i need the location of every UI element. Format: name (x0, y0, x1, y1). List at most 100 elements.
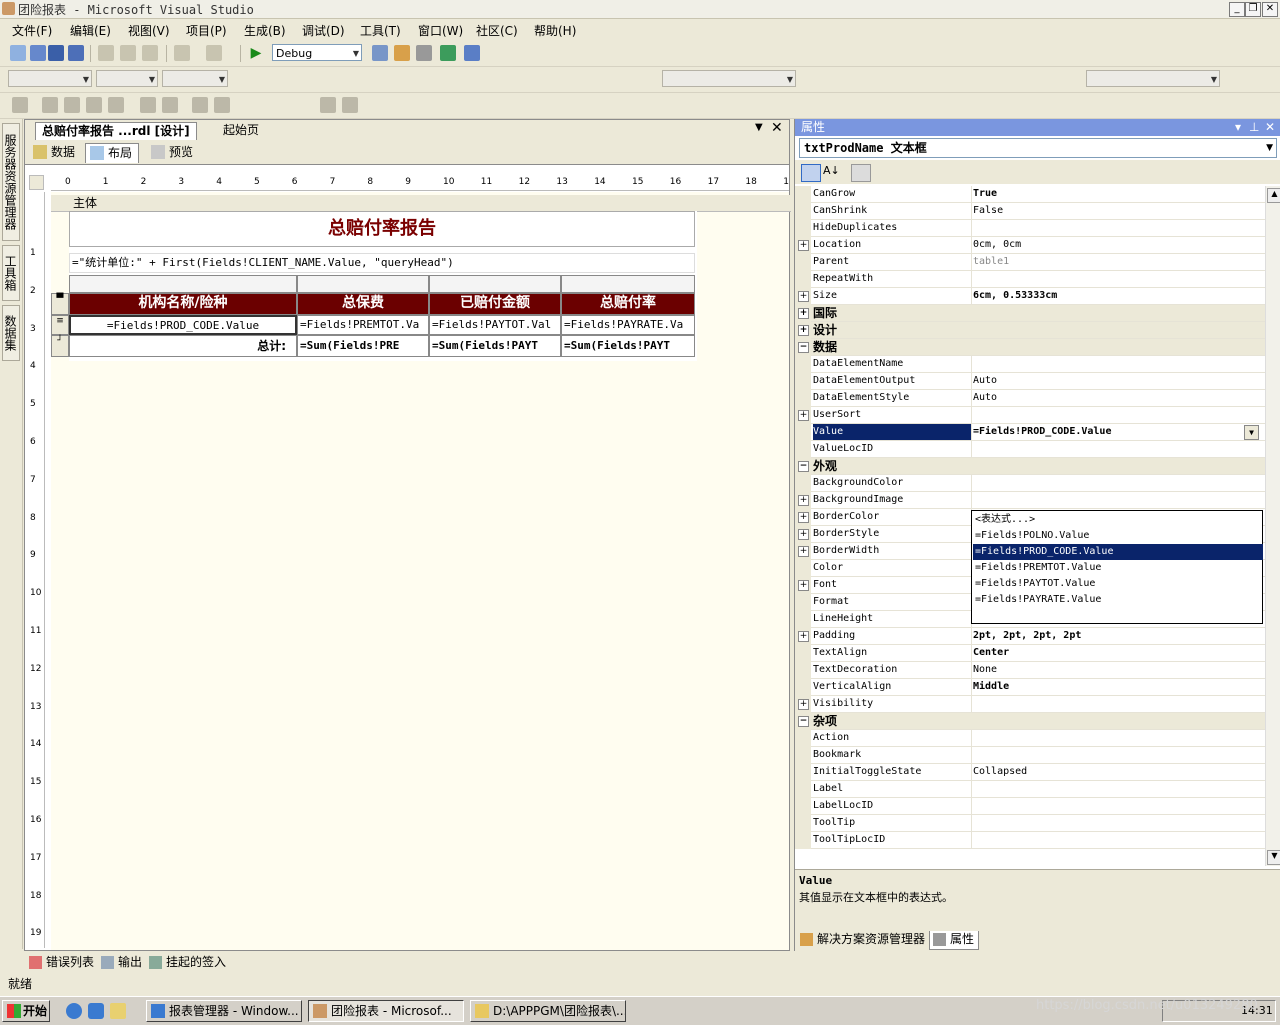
align-left-icon[interactable] (42, 97, 58, 113)
expand-icon[interactable]: + (798, 512, 809, 523)
expand-icon[interactable]: + (798, 580, 809, 591)
property-row[interactable]: Value =Fields!PROD_CODE.Value ▼ (795, 424, 1265, 441)
send-to-back-icon[interactable] (342, 97, 358, 113)
expand-icon[interactable]: + (798, 546, 809, 557)
tab-report-design[interactable]: 总赔付率报告 ...rdl [设计] (35, 122, 197, 140)
collapse-icon[interactable]: − (798, 461, 809, 472)
property-grid-scrollbar[interactable]: ▲ ▼ (1265, 186, 1280, 866)
property-row[interactable]: ToolTip (795, 815, 1265, 832)
property-row[interactable]: + UserSort (795, 407, 1265, 424)
header-cell-rate[interactable]: 总赔付率 (561, 293, 695, 315)
value-dropdown-list[interactable]: <表达式...> =Fields!POLNO.Value =Fields!PROD_… (971, 510, 1263, 624)
property-row[interactable]: DataElementStyle Auto (795, 390, 1265, 407)
zoom-select[interactable]: ▼ (1086, 70, 1220, 87)
alphabetical-icon[interactable]: A↓ (823, 164, 841, 180)
property-value[interactable]: Collapsed (973, 764, 1263, 780)
menu-file[interactable]: 文件(F) (12, 22, 52, 39)
task-explorer-folder[interactable]: D:\APPPGM\团险报表\... (470, 1000, 626, 1022)
property-value[interactable] (973, 730, 1263, 746)
property-category[interactable]: − 数据 (795, 339, 1265, 356)
design-canvas[interactable]: 主体 总赔付率报告 ="统计单位:" + First(Fields!CLIENT… (51, 192, 791, 950)
property-value[interactable]: 6cm, 0.53333cm (973, 288, 1263, 304)
tab-solution-explorer[interactable]: 解决方案资源管理器 (797, 931, 929, 949)
property-value[interactable] (973, 781, 1263, 797)
property-category[interactable]: + 设计 (795, 322, 1265, 339)
property-row[interactable]: HideDuplicates (795, 220, 1265, 237)
vertical-spacing-icon[interactable] (214, 97, 230, 113)
total-label-cell[interactable]: 总计: (69, 335, 297, 357)
font-select[interactable]: ▼ (96, 70, 158, 87)
find-icon[interactable] (372, 45, 388, 61)
dropdown-option[interactable]: =Fields!PAYRATE.Value (973, 592, 1263, 608)
close-button[interactable]: ✕ (1262, 2, 1278, 17)
tab-properties[interactable]: 属性 (929, 931, 980, 950)
pane-close-icon[interactable]: ✕ (1265, 119, 1275, 136)
property-value[interactable] (973, 696, 1263, 712)
tab-start-page[interactable]: 起始页 (217, 122, 265, 139)
property-value[interactable] (973, 475, 1263, 491)
server-explorer-tab[interactable]: 服务器资源管理器 (2, 123, 20, 241)
property-row[interactable]: ToolTipLocID (795, 832, 1265, 849)
report-subtitle[interactable]: ="统计单位:" + First(Fields!CLIENT_NAME.Valu… (69, 253, 695, 273)
expand-icon[interactable]: + (798, 240, 809, 251)
footer-row-handle[interactable]: ┘ (51, 335, 69, 357)
tab-layout[interactable]: 布局 (85, 143, 140, 163)
property-row[interactable]: Parent table1 (795, 254, 1265, 271)
start-debug-icon[interactable]: ▶ (248, 45, 264, 61)
total-cell-paytot[interactable]: =Sum(Fields!PAYT (429, 335, 561, 357)
header-cell-premium[interactable]: 总保费 (297, 293, 429, 315)
property-value[interactable] (973, 747, 1263, 763)
property-row[interactable]: CanShrink False (795, 203, 1265, 220)
start-button[interactable]: 开始 (2, 1000, 50, 1022)
total-cell-premtot[interactable]: =Sum(Fields!PRE (297, 335, 429, 357)
property-value[interactable]: Middle (973, 679, 1263, 695)
property-row[interactable]: ValueLocID (795, 441, 1265, 458)
expand-icon[interactable]: + (798, 291, 809, 302)
tab-data[interactable]: 数据 (29, 143, 81, 162)
property-row[interactable]: + BackgroundImage (795, 492, 1265, 509)
property-value[interactable] (973, 441, 1263, 457)
copy-icon[interactable] (120, 45, 136, 61)
property-row[interactable]: DataElementOutput Auto (795, 373, 1265, 390)
property-category[interactable]: − 外观 (795, 458, 1265, 475)
dropdown-option[interactable]: =Fields!POLNO.Value (973, 528, 1263, 544)
undo-icon[interactable] (174, 45, 190, 61)
report-title[interactable]: 总赔付率报告 (69, 211, 695, 247)
property-row[interactable]: TextAlign Center (795, 645, 1265, 662)
same-width-icon[interactable] (140, 97, 156, 113)
save-all-icon[interactable] (68, 45, 84, 61)
property-value[interactable]: True (973, 186, 1263, 202)
expand-icon[interactable]: + (798, 699, 809, 710)
menu-tools[interactable]: 工具(T) (360, 22, 401, 39)
quicklaunch-icon[interactable] (88, 1003, 104, 1019)
value-dropdown-arrow-icon[interactable]: ▼ (1244, 425, 1259, 440)
property-row[interactable]: + Size 6cm, 0.53333cm (795, 288, 1265, 305)
properties-icon[interactable] (416, 45, 432, 61)
property-value[interactable] (973, 815, 1263, 831)
add-item-icon[interactable] (30, 45, 46, 61)
toolbox-tab[interactable]: 工具箱 (2, 245, 20, 301)
font-size-select[interactable]: ▼ (162, 70, 228, 87)
detail-cell-payrate[interactable]: =Fields!PAYRATE.Va (561, 315, 695, 335)
menu-debug[interactable]: 调试(D) (302, 22, 345, 39)
expand-icon[interactable]: + (798, 308, 809, 319)
detail-cell-premtot[interactable]: =Fields!PREMTOT.Va (297, 315, 429, 335)
align-center-icon[interactable] (64, 97, 80, 113)
menu-build[interactable]: 生成(B) (244, 22, 286, 39)
property-row[interactable]: InitialToggleState Collapsed (795, 764, 1265, 781)
toolbox-icon[interactable] (464, 45, 480, 61)
property-row[interactable]: BackgroundColor (795, 475, 1265, 492)
scroll-down-arrow-icon[interactable]: ▼ (1267, 850, 1280, 865)
style-select[interactable]: ▼ (8, 70, 92, 87)
paste-icon[interactable] (142, 45, 158, 61)
property-row[interactable]: RepeatWith (795, 271, 1265, 288)
detail-cell-paytot[interactable]: =Fields!PAYTOT.Val (429, 315, 561, 335)
property-value[interactable]: 2pt, 2pt, 2pt, 2pt (973, 628, 1263, 644)
menu-edit[interactable]: 编辑(E) (70, 22, 111, 39)
dropdown-option[interactable]: =Fields!PAYTOT.Value (973, 576, 1263, 592)
property-value[interactable]: 0cm, 0cm (973, 237, 1263, 253)
horizontal-spacing-icon[interactable] (192, 97, 208, 113)
total-cell-payrate[interactable]: =Sum(Fields!PAYT (561, 335, 695, 357)
property-category[interactable]: + 国际 (795, 305, 1265, 322)
property-row[interactable]: + Location 0cm, 0cm (795, 237, 1265, 254)
